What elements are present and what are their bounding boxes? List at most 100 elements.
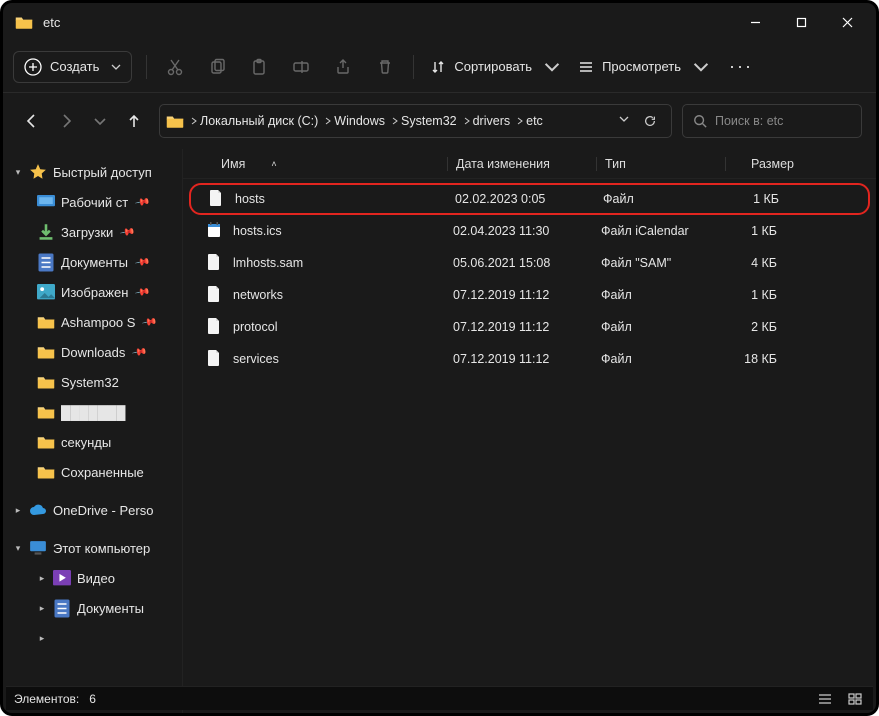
pin-icon: 📌 [131,344,147,360]
file-name: networks [233,288,453,302]
refresh-icon[interactable] [643,114,657,128]
breadcrumb-segment[interactable]: drivers [473,114,525,128]
tree-quick-access[interactable]: ▾ Быстрый доступ [7,157,178,187]
file-type: Файл [601,320,725,334]
breadcrumb-segment[interactable]: Windows [334,114,399,128]
cloud-icon [29,502,47,518]
details-view-button[interactable] [815,691,835,707]
sidebar-item[interactable]: ▸Документы [7,593,178,623]
pin-icon: 📌 [134,284,150,300]
paste-button[interactable] [239,49,279,85]
file-size: 1 КБ [727,192,779,206]
file-icon [207,222,223,240]
column-size[interactable]: Размер [734,157,794,171]
status-count: 6 [89,692,96,706]
share-button[interactable] [323,49,363,85]
view-icon [578,59,594,75]
rename-button[interactable] [281,49,321,85]
file-type: Файл [601,288,725,302]
sidebar-item[interactable]: секунды [7,427,178,457]
sidebar-item[interactable]: Изображен📌 [7,277,178,307]
breadcrumb-segment[interactable]: Локальный диск (C:) [200,114,332,128]
file-date: 02.02.2023 0:05 [455,192,603,206]
tree-onedrive[interactable]: ▸ OneDrive - Perso [7,495,178,525]
file-type: Файл [601,352,725,366]
tree-more[interactable]: ▸ [7,623,178,653]
sidebar-item[interactable]: Загрузки 📌 [7,217,178,247]
file-icon [207,350,223,368]
titlebar: etc [3,3,876,41]
separator [413,55,414,79]
file-icon [207,254,223,272]
file-size: 4 КБ [725,256,777,270]
maximize-button[interactable] [778,3,824,41]
tree-this-pc[interactable]: ▾ Этот компьютер [7,533,178,563]
sidebar-item-label: Документы [77,601,144,616]
breadcrumb-segment[interactable]: System32 [401,114,471,128]
item-icon [53,570,71,586]
pin-icon: 📌 [119,224,135,240]
search-input[interactable]: Поиск в: etc [682,104,862,138]
file-name: services [233,352,453,366]
monitor-icon [29,540,47,556]
sidebar-item[interactable]: Ashampoo S📌 [7,307,178,337]
statusbar: Элементов: 6 [6,686,873,710]
sidebar-item-label: Загрузки [61,225,113,240]
sidebar-item[interactable]: Документы📌 [7,247,178,277]
file-row[interactable]: hosts.ics02.04.2023 11:30Файл iCalendar1… [189,215,870,247]
folder-icon [166,114,184,128]
file-date: 07.12.2019 11:12 [453,288,601,302]
file-size: 1 КБ [725,288,777,302]
sidebar-item[interactable]: ███████ [7,397,178,427]
file-row[interactable]: hosts02.02.2023 0:05Файл1 КБ [189,183,870,215]
sort-button[interactable]: Сортировать [422,49,568,85]
item-icon [37,284,55,300]
file-row[interactable]: networks07.12.2019 11:12Файл1 КБ [189,279,870,311]
sidebar-item[interactable]: Downloads 📌 [7,337,178,367]
file-size: 1 КБ [725,224,777,238]
search-placeholder: Поиск в: etc [715,114,783,128]
close-button[interactable] [824,3,870,41]
file-size: 2 КБ [725,320,777,334]
up-button[interactable] [119,106,149,136]
item-icon [37,374,55,390]
breadcrumb-segment[interactable]: etc [526,114,543,128]
file-date: 07.12.2019 11:12 [453,320,601,334]
column-date[interactable]: Дата изменения [456,157,596,171]
cut-button[interactable] [155,49,195,85]
more-button[interactable]: ··· [719,56,763,77]
file-row[interactable]: protocol07.12.2019 11:12Файл2 КБ [189,311,870,343]
item-icon [37,254,55,270]
column-name[interactable]: Имя˄ [221,157,447,171]
delete-button[interactable] [365,49,405,85]
sidebar-item-label: Сохраненные [61,465,144,480]
file-row[interactable]: lmhosts.sam05.06.2021 15:08Файл "SAM"4 К… [189,247,870,279]
sidebar-item[interactable]: Рабочий ст📌 [7,187,178,217]
sidebar-item-label: System32 [61,375,119,390]
sidebar-item[interactable]: Сохраненные [7,457,178,487]
sidebar-item-label: Видео [77,571,115,586]
create-button[interactable]: Создать [13,51,132,83]
sidebar-item[interactable]: System32 [7,367,178,397]
item-icon [37,404,55,420]
plus-circle-icon [24,58,42,76]
view-button[interactable]: Просмотреть [570,49,717,85]
search-icon [693,114,707,128]
view-label: Просмотреть [602,59,681,74]
icons-view-button[interactable] [845,691,865,707]
back-button[interactable] [17,106,47,136]
chevron-down-icon[interactable] [619,114,629,124]
pin-icon: 📌 [134,254,150,270]
sidebar-item[interactable]: ▸Видео [7,563,178,593]
file-pane: Имя˄ Дата изменения Тип Размер hosts02.0… [183,149,876,713]
minimize-button[interactable] [732,3,778,41]
sidebar-item-label: Downloads [61,345,125,360]
breadcrumb[interactable]: Локальный диск (C:) Windows System32 dri… [159,104,672,138]
sidebar-item-label: секунды [61,435,111,450]
forward-button[interactable] [51,106,81,136]
recent-button[interactable] [85,106,115,136]
copy-button[interactable] [197,49,237,85]
pin-icon: 📌 [141,314,157,330]
column-type[interactable]: Тип [605,157,725,171]
file-row[interactable]: services07.12.2019 11:12Файл18 КБ [189,343,870,375]
